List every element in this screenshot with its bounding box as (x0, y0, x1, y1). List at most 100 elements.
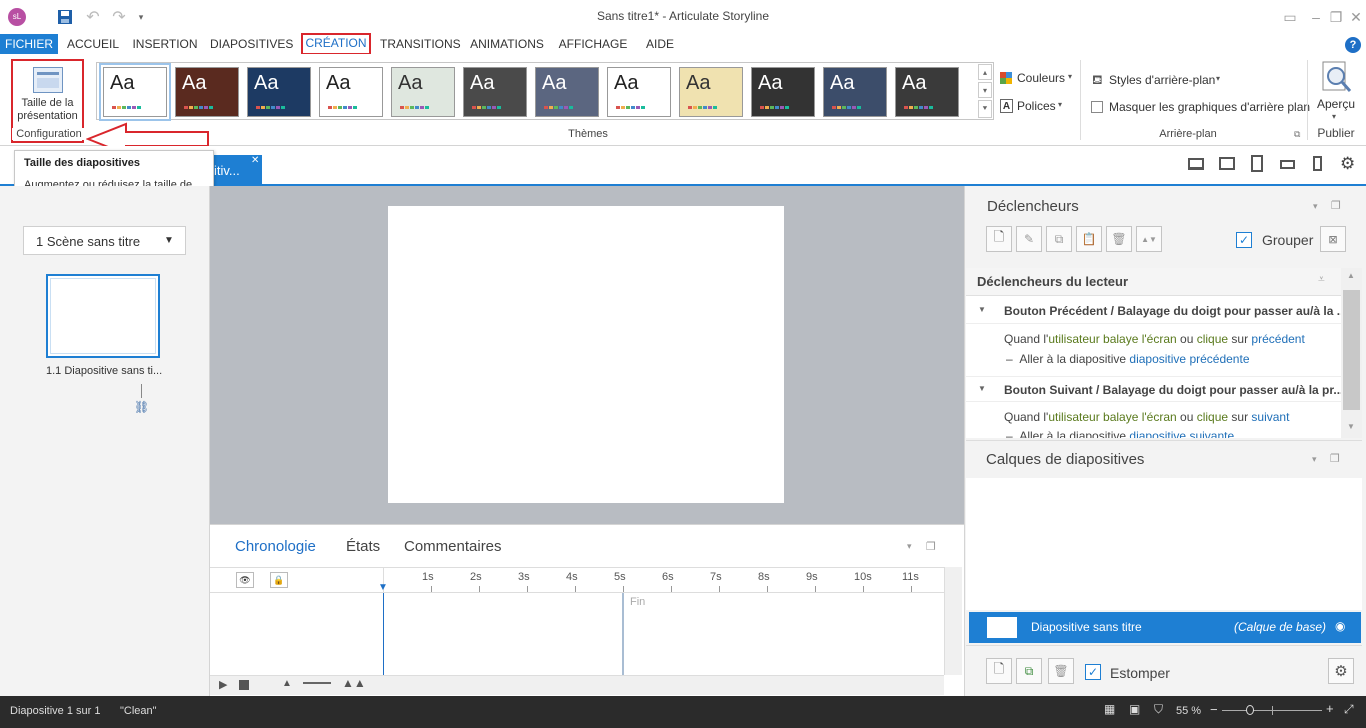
theme-thumbnail[interactable]: Aa (895, 67, 959, 117)
tab-creation[interactable]: CRÉATION (301, 33, 371, 55)
tab-accueil[interactable]: ACCUEIL (64, 34, 122, 54)
zoom-out-icon[interactable]: − (1210, 702, 1218, 717)
end-marker-line[interactable] (622, 593, 624, 675)
copy-trigger-icon[interactable]: ⧉ (1046, 226, 1072, 252)
panel-menu-icon[interactable]: ▾ (907, 541, 912, 552)
scroll-up-icon[interactable]: ▲ (1347, 271, 1355, 280)
playhead-icon[interactable]: ▼ (378, 582, 388, 593)
theme-thumbnail[interactable]: Aa (319, 67, 383, 117)
timeline-vscroll[interactable] (944, 567, 962, 675)
new-layer-icon[interactable]: 🗋 (986, 658, 1012, 684)
collapse-all-icon[interactable]: ⩡ (1318, 272, 1325, 287)
timeline-hscroll[interactable] (383, 675, 944, 695)
trigger-action-clipped[interactable]: – Aller à la diapositive diapositive sui… (1006, 430, 1234, 438)
gallery-more-icon[interactable]: ⯆ (978, 100, 992, 118)
close-icon[interactable]: ✕ (1346, 8, 1366, 26)
variables-icon[interactable]: ⊠ (1320, 226, 1346, 252)
gear-icon[interactable]: ⚙ (1328, 658, 1354, 684)
panel-menu-icon[interactable]: ▾ (1313, 201, 1318, 212)
tablet-landscape-icon[interactable] (1219, 157, 1235, 170)
chevron-down-icon[interactable]: ▼ (978, 384, 986, 393)
trigger-action[interactable]: – Aller à la diapositive diapositive pré… (1006, 352, 1250, 366)
bg-styles-button[interactable]: ⛾ Styles d'arrière-plan ▾ (1090, 72, 1240, 88)
stop-icon[interactable] (239, 680, 249, 690)
theme-thumbnail[interactable]: Aa (535, 67, 599, 117)
float-panel-icon[interactable]: ❐ (1330, 452, 1340, 465)
slide-canvas[interactable] (388, 206, 784, 503)
desktop-view-icon[interactable] (1188, 158, 1204, 170)
zoom-out-icon[interactable]: ▲ (282, 678, 292, 689)
gear-icon[interactable]: ⚙ (1340, 154, 1355, 174)
tablet-portrait-icon[interactable] (1251, 155, 1263, 172)
scene-select[interactable]: 1 Scène sans titre ▼ (23, 226, 186, 255)
eye-icon[interactable]: ◉ (1335, 619, 1345, 633)
chevron-down-icon[interactable]: ▼ (978, 305, 986, 314)
fit-window-icon[interactable]: ⤢ (1344, 702, 1354, 717)
theme-thumbnail[interactable]: Aa (391, 67, 455, 117)
theme-thumbnail[interactable]: Aa (751, 67, 815, 117)
story-view-icon[interactable]: ▦ (1104, 702, 1115, 716)
zoom-slider[interactable] (1222, 705, 1322, 715)
maximize-icon[interactable]: ❐ (1326, 8, 1346, 26)
phone-landscape-icon[interactable] (1280, 160, 1295, 169)
preview-button[interactable]: Aperçu ▾ (1312, 58, 1360, 124)
theme-thumbnail[interactable]: Aa (823, 67, 887, 117)
tab-etats[interactable]: États (346, 538, 380, 555)
trigger-line[interactable]: Quand l'utilisateur balaye l'écran ou cl… (1004, 410, 1289, 424)
phone-portrait-icon[interactable] (1313, 156, 1322, 171)
ribbon-options-icon[interactable]: ▭ (1280, 8, 1300, 26)
fonts-button[interactable]: A Polices ▾ (998, 98, 1078, 114)
link-text[interactable]: diapositive suivante (1129, 430, 1234, 438)
trigger-item[interactable]: ▼ Bouton Suivant / Balayage du doigt pou… (966, 376, 1343, 402)
panel-menu-icon[interactable]: ▾ (1312, 454, 1317, 465)
link-text[interactable]: précédent (1251, 332, 1304, 346)
float-panel-icon[interactable]: ❐ (1331, 199, 1341, 212)
trigger-item[interactable]: ▼ Bouton Précédent / Balayage du doigt p… (966, 298, 1347, 324)
link-icon[interactable]: ⛓ (134, 400, 149, 414)
close-icon[interactable]: ✕ (251, 155, 259, 166)
zoom-in-icon[interactable]: + (1326, 701, 1334, 716)
delete-layer-icon[interactable]: 🗑 (1048, 658, 1074, 684)
dim-checkbox[interactable]: ✓ (1085, 664, 1101, 680)
zoom-in-icon[interactable]: ▲▲ (342, 676, 366, 690)
tab-affichage[interactable]: AFFICHAGE (558, 34, 628, 54)
group-checkbox[interactable]: ✓ (1236, 232, 1252, 248)
theme-thumbnail[interactable]: Aa (463, 67, 527, 117)
theme-thumbnail[interactable]: Aa (247, 67, 311, 117)
slide-view-icon[interactable]: ▣ (1129, 702, 1140, 716)
theme-thumbnail[interactable]: Aa (679, 67, 743, 117)
slide-thumbnail[interactable] (46, 274, 160, 358)
float-panel-icon[interactable]: ❐ (926, 540, 936, 553)
hide-bg-checkbox[interactable]: Masquer les graphiques d'arrière plan (1090, 99, 1310, 115)
colors-button[interactable]: Couleurs ▾ (998, 70, 1078, 86)
link-text[interactable]: diapositive précédente (1129, 352, 1249, 366)
new-trigger-icon[interactable]: 🗋 (986, 226, 1012, 252)
base-layer-row[interactable]: Diapositive sans titre (Calque de base) … (969, 612, 1361, 643)
help-icon[interactable]: ? (1345, 37, 1361, 53)
edit-trigger-icon[interactable]: ✎ (1016, 226, 1042, 252)
scroll-thumb[interactable] (1343, 290, 1360, 410)
preview-mode-icon[interactable]: ⛉ (1154, 702, 1163, 717)
theme-thumbnail[interactable]: Aa (99, 63, 171, 121)
tab-chronologie[interactable]: Chronologie (235, 538, 316, 555)
move-trigger-icon[interactable]: ▲▼ (1136, 226, 1162, 252)
theme-thumbnail[interactable]: Aa (607, 67, 671, 117)
lock-icon[interactable]: 🔒 (270, 572, 288, 588)
delete-trigger-icon[interactable]: 🗑 (1106, 226, 1132, 252)
triggers-scrollbar[interactable]: ▲ ▼ (1341, 268, 1362, 438)
scroll-down-icon[interactable]: ▼ (1347, 422, 1355, 431)
tab-insertion[interactable]: INSERTION (131, 34, 199, 54)
tab-aide[interactable]: AIDE (642, 34, 678, 54)
tab-transitions[interactable]: TRANSITIONS (380, 34, 461, 54)
tab-commentaires[interactable]: Commentaires (404, 538, 502, 555)
zoom-slider[interactable] (303, 682, 331, 684)
tab-fichier[interactable]: FICHIER (0, 34, 58, 54)
play-icon[interactable]: ▶ (219, 678, 227, 691)
minimize-icon[interactable]: – (1306, 8, 1326, 26)
paste-trigger-icon[interactable]: 📋 (1076, 226, 1102, 252)
gallery-down-icon[interactable]: ▾ (978, 82, 992, 98)
eye-icon[interactable]: 👁 (236, 572, 254, 588)
dialog-launcher-icon[interactable]: ⧉ (1294, 129, 1300, 140)
trigger-line[interactable]: Quand l'utilisateur balaye l'écran ou cl… (1004, 332, 1305, 346)
theme-thumbnail[interactable]: Aa (175, 67, 239, 117)
